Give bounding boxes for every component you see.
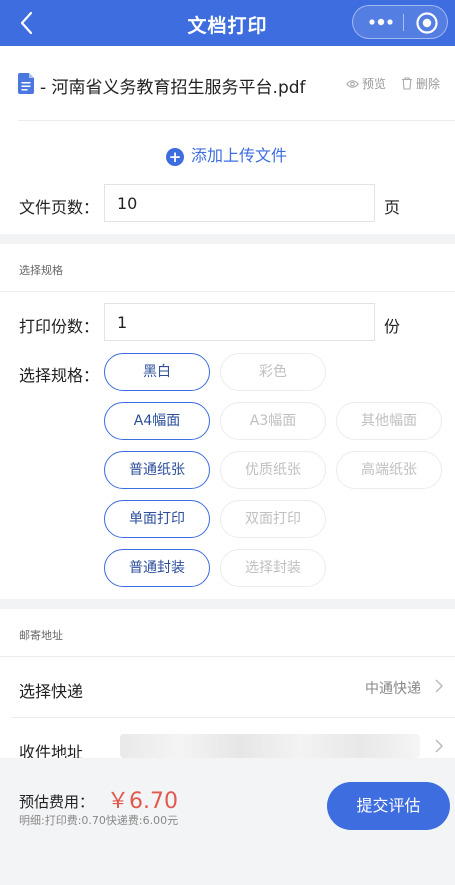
trash-icon — [402, 77, 412, 90]
mail-section-title: 邮寄地址 — [19, 629, 63, 642]
more-dots-icon[interactable] — [363, 11, 399, 33]
fee-amount: ￥6.70 — [107, 789, 178, 814]
add-upload-label: 添加上传文件 — [191, 146, 288, 165]
plus-circle-icon: + — [166, 148, 184, 166]
pdf-file-icon — [18, 73, 34, 94]
mail-section-divider — [0, 656, 455, 657]
delete-label: 删除 — [416, 77, 441, 91]
option-black-white[interactable]: 黑白 — [104, 353, 210, 391]
file-row: - 河南省义务教育招生服务平台.pdf 预览 删除 — [0, 62, 455, 108]
option-a3[interactable]: A3幅面 — [220, 402, 326, 440]
submit-button[interactable]: 提交评估 — [327, 782, 450, 830]
page-count-label: 文件页数： — [19, 198, 100, 217]
fee-label: 预估费用： — [19, 793, 95, 811]
option-premium-paper[interactable]: 高端纸张 — [336, 451, 442, 489]
preview-label: 预览 — [362, 77, 387, 91]
section-gap — [0, 599, 455, 609]
section-gap — [0, 234, 455, 244]
option-other-size[interactable]: 其他幅面 — [336, 402, 442, 440]
copies-input[interactable] — [104, 303, 375, 341]
eye-icon — [346, 80, 359, 88]
page-count-unit: 页 — [384, 198, 401, 217]
target-icon[interactable] — [415, 11, 439, 35]
address-value-blurred — [120, 734, 420, 758]
mini-program-capsule — [352, 5, 448, 39]
chevron-right-icon — [435, 739, 444, 753]
capsule-divider — [403, 14, 404, 31]
spec-label: 选择规格： — [19, 366, 100, 385]
file-name: - 河南省义务教育招生服务平台.pdf — [40, 78, 306, 98]
nav-bar: 文档打印 — [0, 0, 455, 46]
option-normal-binding[interactable]: 普通封装 — [104, 549, 210, 587]
option-single-sided[interactable]: 单面打印 — [104, 500, 210, 538]
copies-label: 打印份数： — [19, 317, 100, 336]
option-quality-paper[interactable]: 优质纸张 — [220, 451, 326, 489]
copies-unit: 份 — [384, 317, 401, 336]
footer-bar: 预估费用： ￥6.70 明细:打印费:0.70快递费:6.00元 提交评估 — [0, 758, 455, 885]
file-divider — [18, 120, 455, 121]
page-count-input[interactable] — [104, 184, 375, 222]
express-label: 选择快递 — [19, 682, 84, 701]
express-value: 中通快递 — [365, 681, 421, 697]
spec-section-title: 选择规格 — [19, 264, 63, 277]
option-normal-paper[interactable]: 普通纸张 — [104, 451, 210, 489]
chevron-right-icon — [435, 679, 444, 693]
preview-button[interactable]: 预览 — [346, 75, 386, 92]
option-color[interactable]: 彩色 — [220, 353, 326, 391]
add-upload-button[interactable]: + 添加上传文件 — [166, 142, 287, 166]
option-double-sided[interactable]: 双面打印 — [220, 500, 326, 538]
spec-section-divider — [0, 291, 455, 292]
fee-detail: 明细:打印费:0.70快递费:6.00元 — [19, 814, 179, 827]
option-choose-binding[interactable]: 选择封装 — [220, 549, 326, 587]
delete-button[interactable]: 删除 — [401, 75, 440, 92]
express-divider — [11, 717, 455, 718]
option-a4[interactable]: A4幅面 — [104, 402, 210, 440]
